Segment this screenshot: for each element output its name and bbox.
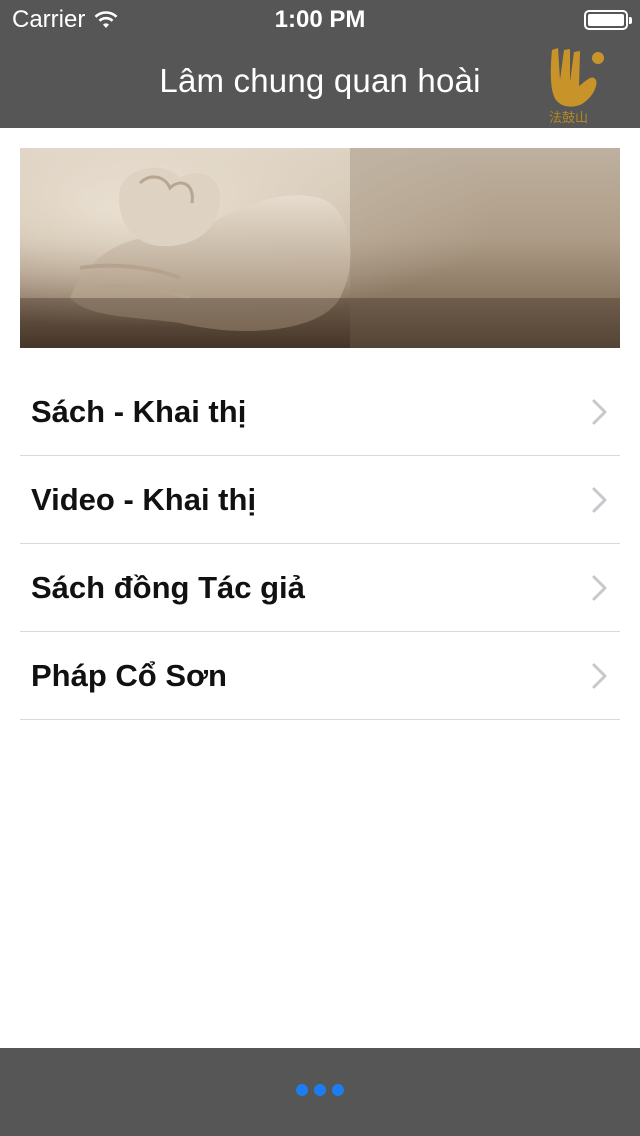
list-item[interactable]: Sách - Khai thị (20, 368, 620, 456)
battery-icon (584, 10, 632, 30)
dot (332, 1084, 344, 1096)
more-dots-icon[interactable] (0, 1084, 640, 1096)
chevron-right-icon (592, 575, 607, 601)
bottom-bar (0, 1048, 640, 1136)
navigation-bar: Carrier 1:00 PM Lâm chung quan hoài 法鼓山 (0, 0, 640, 128)
list-item-label: Video - Khai thị (31, 481, 257, 517)
chevron-right-icon (592, 487, 607, 513)
dot (296, 1084, 308, 1096)
dharma-drum-logo[interactable]: 法鼓山 (546, 40, 608, 126)
status-time: 1:00 PM (274, 6, 366, 33)
chevron-right-icon (592, 663, 607, 689)
list-item[interactable]: Sách đồng Tác giả (20, 544, 620, 632)
menu-list: Sách - Khai thị Video - Khai thị Sách đồ… (20, 368, 620, 720)
list-item-label: Sách - Khai thị (31, 393, 247, 429)
list-item[interactable]: Pháp Cổ Sơn (20, 632, 620, 720)
dot (314, 1084, 326, 1096)
list-item-label: Sách đồng Tác giả (31, 569, 305, 605)
list-item[interactable]: Video - Khai thị (20, 456, 620, 544)
list-item-label: Pháp Cổ Sơn (31, 657, 227, 693)
page-title: Lâm chung quan hoài (159, 62, 481, 99)
banner-image (20, 148, 620, 348)
chevron-right-icon (592, 399, 607, 425)
svg-text:法鼓山: 法鼓山 (549, 111, 588, 126)
